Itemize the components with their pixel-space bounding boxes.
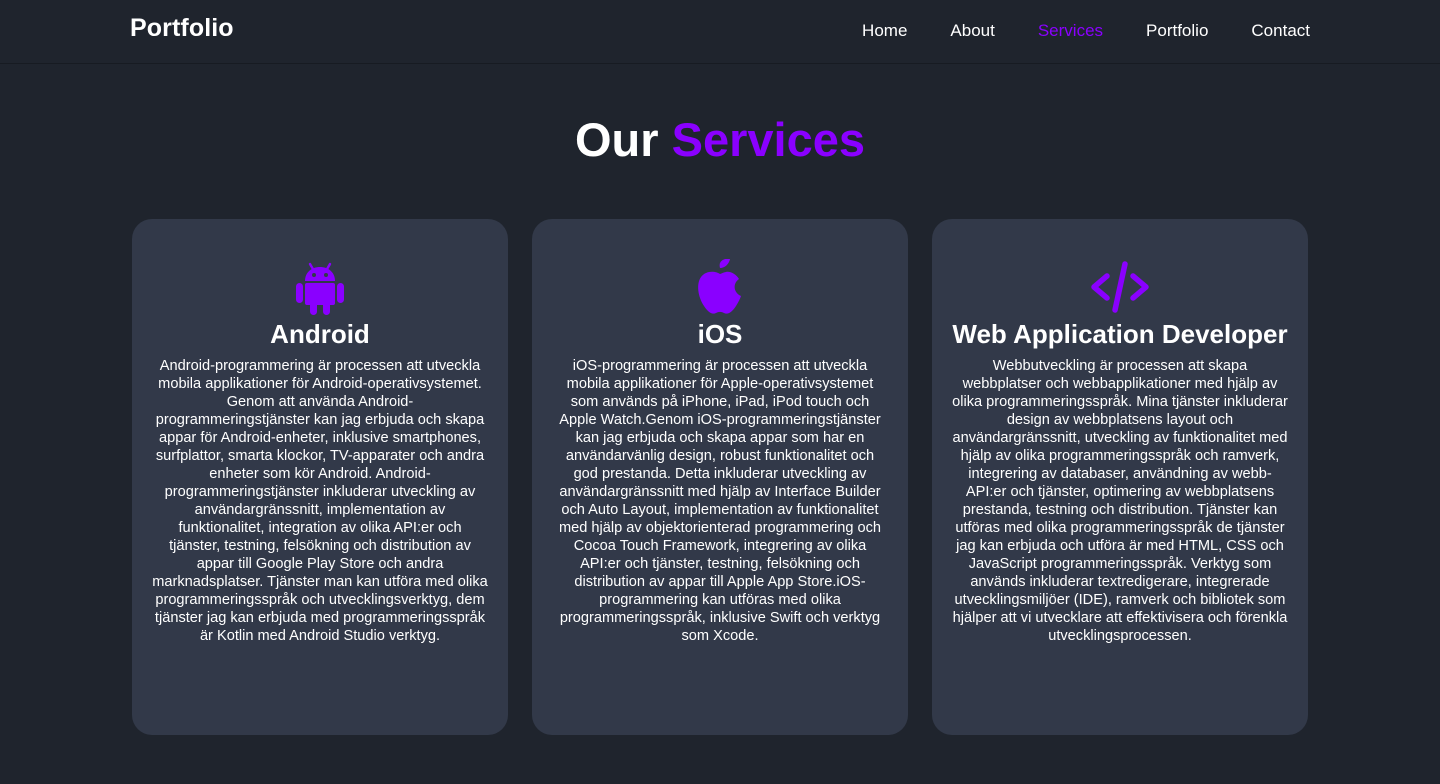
main-nav: Home About Services Portfolio Contact bbox=[862, 21, 1310, 41]
services-grid: Android Android-programmering är process… bbox=[132, 219, 1308, 735]
nav-contact-link[interactable]: Contact bbox=[1251, 21, 1310, 41]
service-card-description: iOS-programmering är processen att utvec… bbox=[558, 358, 882, 644]
service-card-description: Webbutveckling är processen att skapa we… bbox=[952, 358, 1288, 644]
code-icon bbox=[950, 253, 1290, 315]
section-heading-prefix: Our bbox=[574, 113, 659, 166]
section-heading-accent: Services bbox=[671, 113, 866, 166]
brand-logo-link[interactable]: Portfolio bbox=[130, 14, 234, 43]
nav-home-link[interactable]: Home bbox=[862, 21, 907, 41]
service-card-description: Android-programmering är processen att u… bbox=[152, 358, 488, 644]
service-card-web: Web Application Developer Webbutveckling… bbox=[932, 219, 1308, 735]
apple-icon bbox=[550, 253, 890, 315]
android-icon bbox=[150, 253, 490, 315]
service-card-title: Web Application Developer bbox=[952, 319, 1288, 349]
service-card-ios: iOS iOS-programmering är processen att u… bbox=[532, 219, 908, 735]
nav-portfolio-link[interactable]: Portfolio bbox=[1146, 21, 1208, 41]
site-header: Portfolio Home About Services Portfolio … bbox=[0, 0, 1440, 64]
service-card-title: iOS bbox=[697, 319, 743, 349]
nav-services-link[interactable]: Services bbox=[1038, 21, 1103, 41]
section-heading: Our Services bbox=[0, 112, 1440, 168]
nav-about-link[interactable]: About bbox=[950, 21, 994, 41]
service-card-title: Android bbox=[270, 319, 370, 349]
service-card-android: Android Android-programmering är process… bbox=[132, 219, 508, 735]
